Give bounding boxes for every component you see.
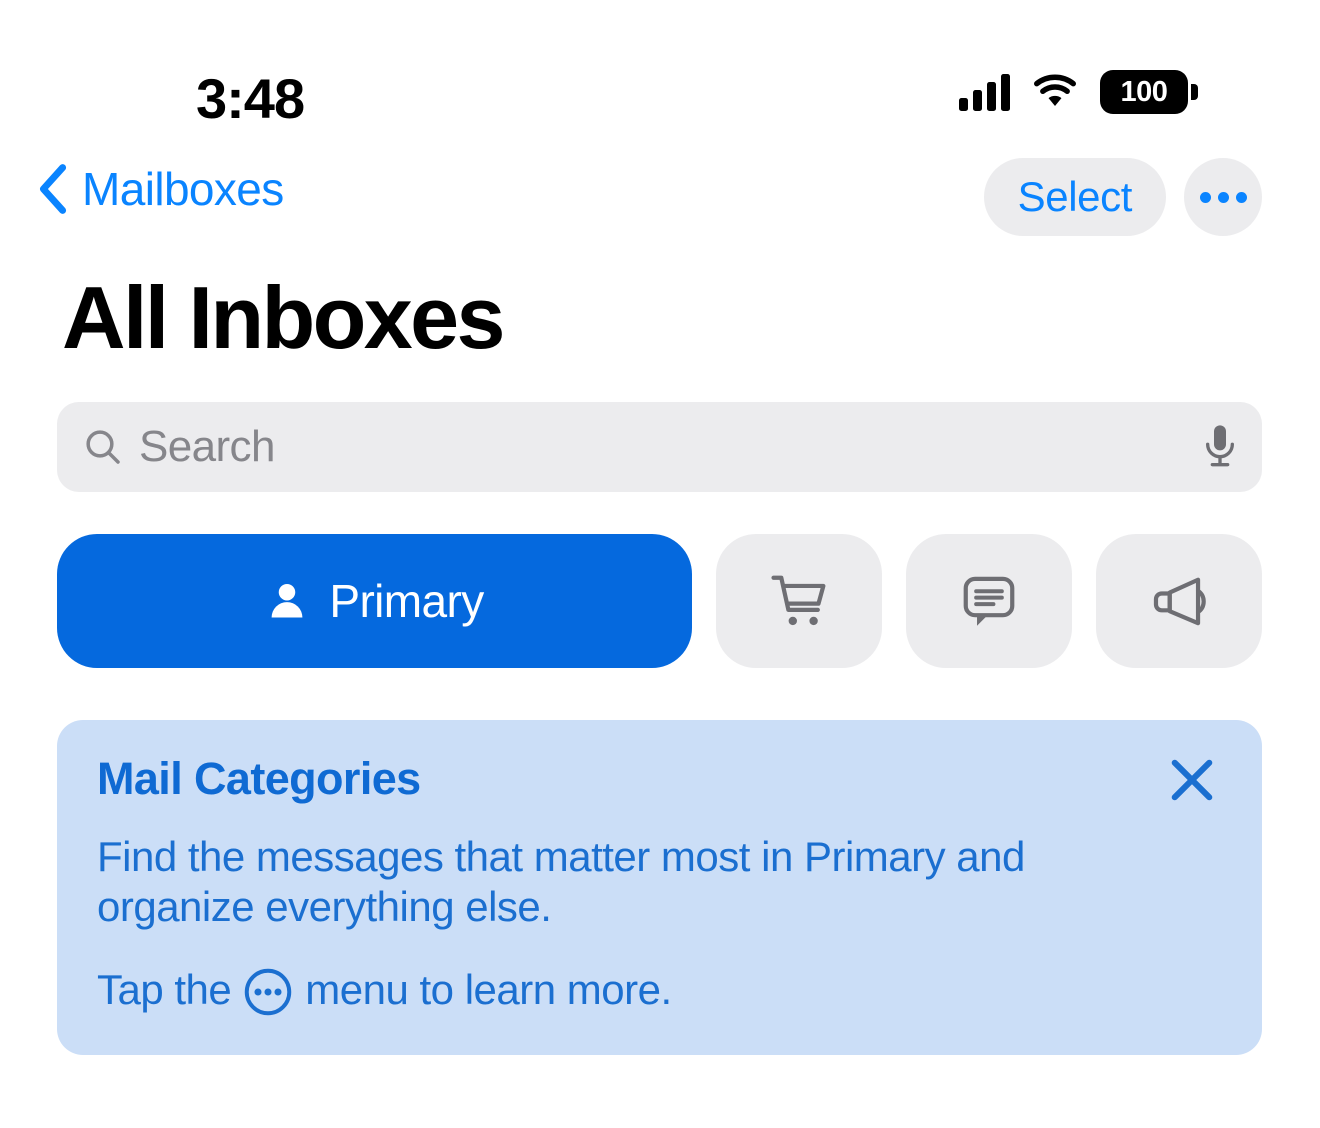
- speech-bubble-icon: [963, 577, 1015, 627]
- category-chip-primary[interactable]: Primary: [57, 534, 692, 669]
- shopping-cart-icon: [771, 576, 826, 626]
- banner-title: Mail Categories: [97, 753, 421, 805]
- category-filter-row: Primary: [57, 534, 1262, 669]
- banner-header: Mail Categories: [97, 754, 1226, 808]
- banner-tap-prefix: Tap the: [97, 966, 232, 1014]
- status-bar-time: 3:48: [196, 67, 305, 130]
- banner-body-text: Find the messages that matter most in Pr…: [97, 833, 1025, 930]
- person-icon: [271, 584, 303, 618]
- cellular-bars-icon: [959, 73, 1010, 111]
- search-icon: [86, 430, 120, 465]
- select-button[interactable]: Select: [983, 158, 1166, 236]
- search-placeholder: Search: [139, 422, 275, 472]
- mail-categories-banner: Mail Categories Find the messages that m…: [57, 720, 1262, 1056]
- navigation-actions: Select: [983, 158, 1262, 236]
- close-icon[interactable]: [1164, 752, 1220, 808]
- page-title: All Inboxes: [62, 268, 505, 367]
- more-options-button[interactable]: [1184, 158, 1262, 236]
- back-button-label: Mailboxes: [82, 163, 284, 215]
- chevron-left-icon: [39, 164, 67, 214]
- wifi-icon: [1034, 74, 1076, 107]
- category-chip-transactions[interactable]: [716, 534, 882, 669]
- status-bar-indicators: 100: [959, 70, 1198, 114]
- battery-full-icon: 100: [1100, 70, 1198, 114]
- category-chip-updates[interactable]: [906, 534, 1072, 669]
- banner-tap-hint: Tap the menu to learn more.: [97, 965, 1226, 1016]
- battery-percentage: 100: [1120, 75, 1168, 108]
- select-button-label: Select: [1017, 173, 1133, 220]
- megaphone-icon: [1153, 578, 1206, 626]
- navigation-bar: Mailboxes Select: [0, 150, 1320, 258]
- banner-tap-suffix: menu to learn more.: [305, 966, 672, 1014]
- ellipsis-icon: [1199, 191, 1211, 203]
- microphone-icon[interactable]: [1200, 421, 1240, 473]
- status-bar: 3:48 100: [0, 0, 1320, 150]
- category-chip-promotions[interactable]: [1096, 534, 1262, 669]
- category-chip-primary-label: Primary: [329, 575, 484, 628]
- circled-ellipsis-icon: [245, 969, 292, 1016]
- search-input[interactable]: Search: [57, 402, 1262, 493]
- back-to-mailboxes-button[interactable]: Mailboxes: [38, 162, 284, 216]
